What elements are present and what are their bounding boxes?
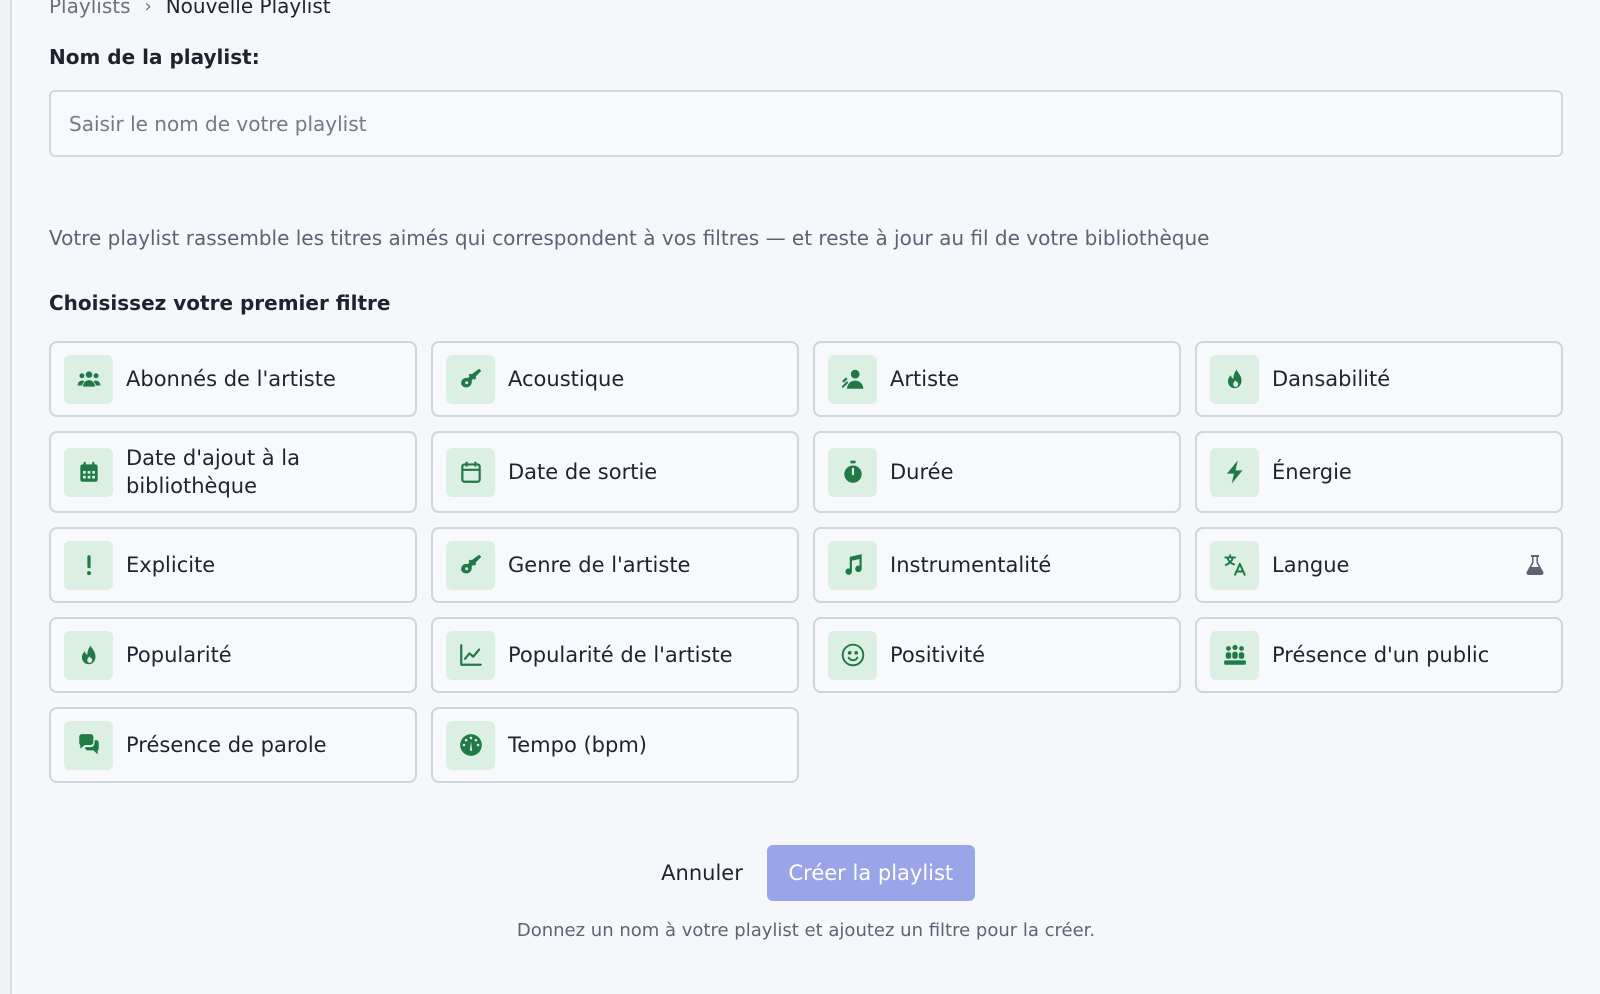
calendar-outline-icon — [446, 447, 495, 497]
gauge-icon — [446, 720, 495, 770]
music-note-icon — [828, 540, 877, 590]
filter-card-duree[interactable]: Durée — [813, 431, 1181, 513]
cancel-button[interactable]: Annuler — [637, 861, 767, 885]
filter-label: Date de sortie — [508, 460, 658, 484]
filter-card-instrumentalite[interactable]: Instrumentalité — [813, 527, 1181, 603]
filter-label: Explicite — [126, 553, 216, 577]
guitar-icon — [446, 540, 495, 590]
filter-label: Acoustique — [508, 367, 625, 391]
filter-label: Instrumentalité — [890, 553, 1052, 577]
filter-card-langue[interactable]: Langue — [1195, 527, 1563, 603]
filter-label: Artiste — [890, 367, 960, 391]
filter-label: Genre de l'artiste — [508, 553, 691, 577]
filter-label: Présence d'un public — [1272, 643, 1490, 667]
filter-card-presence-public[interactable]: Présence d'un public — [1195, 617, 1563, 693]
chart-line-icon — [446, 630, 495, 680]
breadcrumb: Playlists › Nouvelle Playlist — [49, 0, 331, 20]
playlist-name-input[interactable] — [49, 90, 1563, 157]
filter-card-presence-parole[interactable]: Présence de parole — [49, 707, 417, 783]
filter-card-date-sortie[interactable]: Date de sortie — [431, 431, 799, 513]
chevron-right-icon: › — [144, 0, 152, 17]
filter-label: Tempo (bpm) — [508, 733, 647, 757]
playlist-description: Votre playlist rassemble les titres aimé… — [49, 226, 1210, 250]
speech-bubbles-icon — [64, 720, 113, 770]
filter-card-energie[interactable]: Énergie — [1195, 431, 1563, 513]
filter-card-tempo[interactable]: Tempo (bpm) — [431, 707, 799, 783]
create-hint: Donnez un nom à votre playlist et ajoute… — [516, 920, 1096, 941]
stopwatch-icon — [828, 447, 877, 497]
filter-label: Dansabilité — [1272, 367, 1391, 391]
filter-label: Présence de parole — [126, 733, 327, 757]
filter-label: Durée — [890, 460, 954, 484]
filter-card-abonnes-artiste[interactable]: Abonnés de l'artiste — [49, 341, 417, 417]
artist-icon — [828, 354, 877, 404]
filter-card-popularite-artiste[interactable]: Popularité de l'artiste — [431, 617, 799, 693]
filter-card-date-ajout[interactable]: Date d'ajout à la bibliothèque — [49, 431, 417, 513]
guitar-icon — [446, 354, 495, 404]
filter-card-acoustique[interactable]: Acoustique — [431, 341, 799, 417]
flask-icon — [1523, 553, 1547, 577]
calendar-filled-icon — [64, 447, 113, 497]
filter-grid: Abonnés de l'artiste Acoustique Artiste … — [49, 341, 1563, 783]
breadcrumb-playlists-link[interactable]: Playlists — [49, 0, 131, 18]
playlist-name-label: Nom de la playlist: — [49, 45, 260, 69]
breadcrumb-current: Nouvelle Playlist — [165, 0, 331, 18]
form-actions: Annuler Créer la playlist — [49, 845, 1563, 901]
exclamation-icon — [64, 540, 113, 590]
create-playlist-button[interactable]: Créer la playlist — [766, 845, 975, 901]
filter-label: Popularité de l'artiste — [508, 643, 733, 667]
flame-icon — [1210, 354, 1259, 404]
sidebar-edge — [0, 0, 12, 994]
filter-label: Langue — [1272, 553, 1350, 577]
filter-label: Date d'ajout à la bibliothèque — [126, 446, 300, 498]
translate-icon — [1210, 540, 1259, 590]
filter-section-title: Choisissez votre premier filtre — [49, 291, 391, 315]
users-icon — [64, 354, 113, 404]
flame-icon — [64, 630, 113, 680]
filter-card-dansabilite[interactable]: Dansabilité — [1195, 341, 1563, 417]
filter-card-genre-artiste[interactable]: Genre de l'artiste — [431, 527, 799, 603]
filter-label: Popularité — [126, 643, 232, 667]
filter-card-artiste[interactable]: Artiste — [813, 341, 1181, 417]
filter-card-explicite[interactable]: Explicite — [49, 527, 417, 603]
page: Playlists › Nouvelle Playlist Nom de la … — [0, 0, 1600, 994]
audience-icon — [1210, 630, 1259, 680]
filter-label: Positivité — [890, 643, 986, 667]
smile-icon — [828, 630, 877, 680]
filter-label: Énergie — [1272, 460, 1352, 484]
filter-label: Abonnés de l'artiste — [126, 367, 336, 391]
filter-card-popularite[interactable]: Popularité — [49, 617, 417, 693]
filter-card-positivite[interactable]: Positivité — [813, 617, 1181, 693]
bolt-icon — [1210, 447, 1259, 497]
